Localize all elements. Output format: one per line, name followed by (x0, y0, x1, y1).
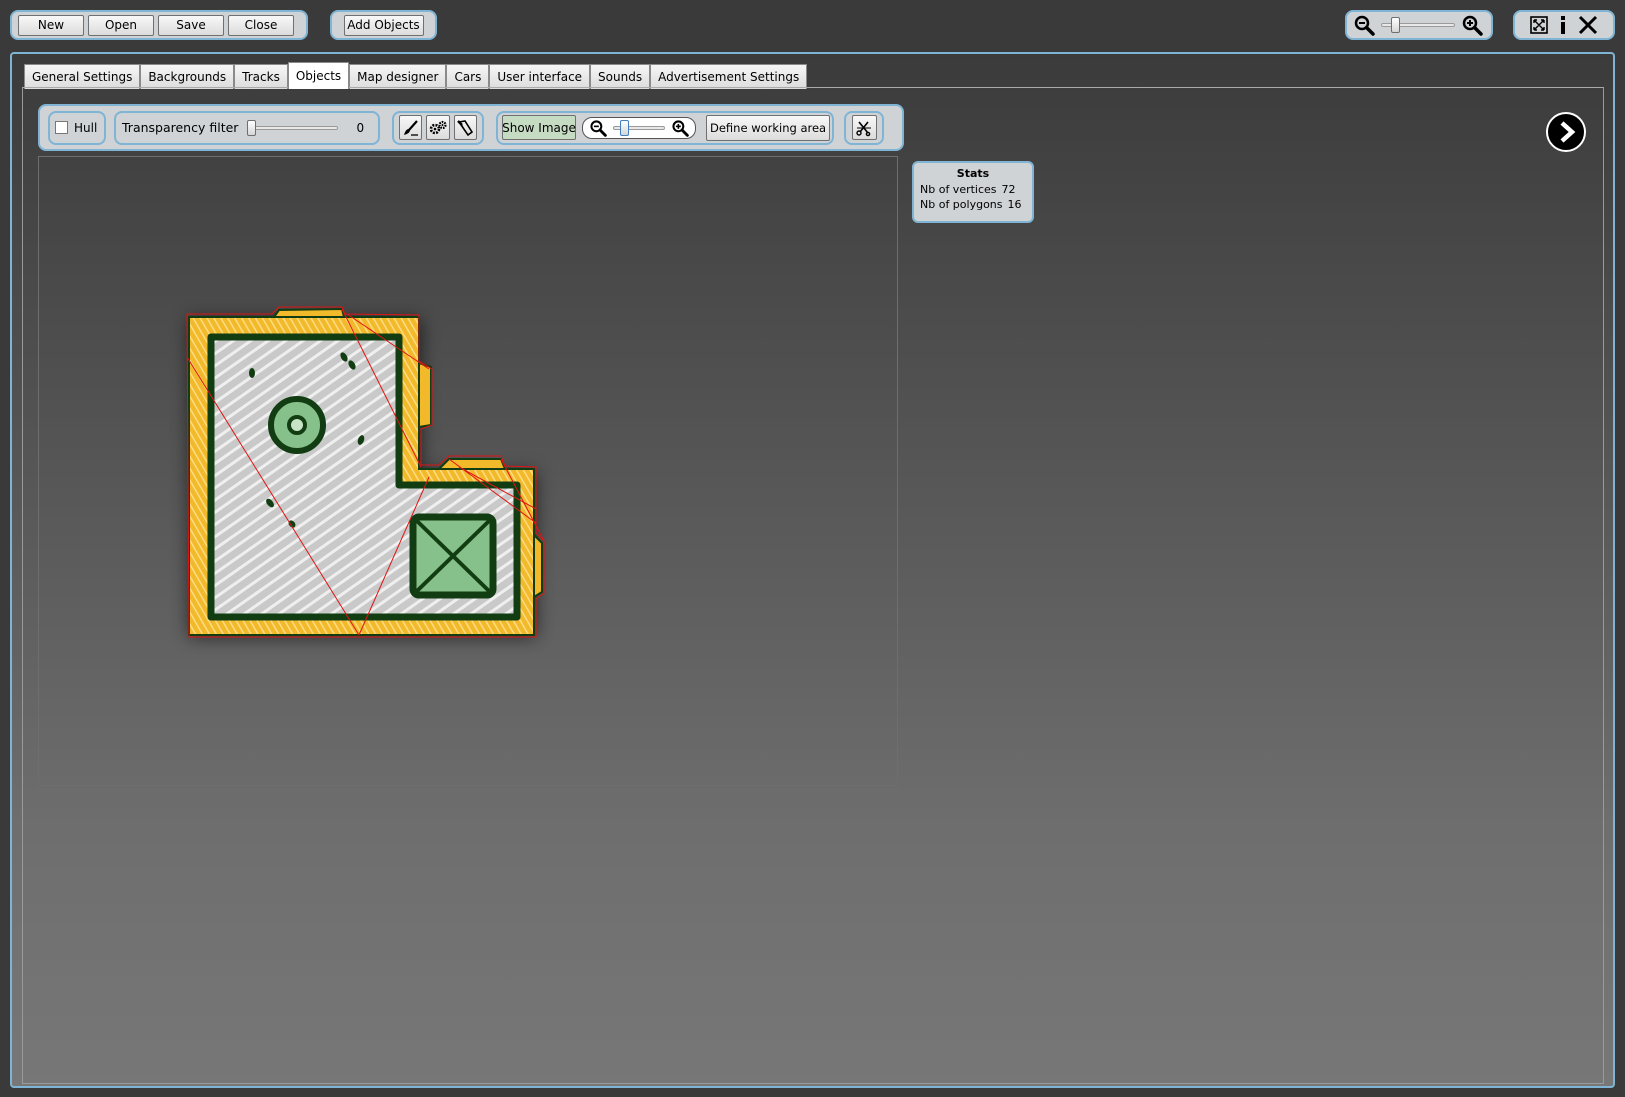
image-zoom-slider-thumb[interactable] (620, 119, 630, 136)
polygons-label: Nb of polygons (920, 198, 1003, 211)
tab-general-settings[interactable]: General Settings (24, 64, 141, 89)
object-toolbar: Hull Transparency filter 0 Show Image De… (38, 104, 904, 151)
transparency-value: 0 (356, 120, 365, 135)
window-controls (1513, 10, 1615, 40)
chevron-right-icon (1553, 119, 1579, 145)
stats-vertices-row: Nb of vertices 72 (920, 182, 1026, 197)
gears-button[interactable] (426, 115, 450, 140)
tab-user-interface[interactable]: User interface (489, 64, 591, 89)
tab-bar: General Settings Backgrounds Tracks Obje… (24, 62, 808, 89)
hull-group: Hull (48, 110, 106, 145)
object-preview (186, 306, 545, 638)
brush-tool-icon (402, 119, 420, 137)
tab-objects[interactable]: Objects (287, 62, 350, 89)
scissors-icon (855, 119, 873, 137)
hull-label: Hull (74, 120, 98, 135)
close-button[interactable]: Close (228, 14, 294, 36)
global-zoom-slider[interactable] (1381, 17, 1455, 33)
vertices-label: Nb of vertices (920, 183, 997, 196)
hull-checkbox[interactable] (55, 121, 68, 134)
cut-group (844, 110, 884, 145)
object-canvas[interactable] (38, 156, 898, 786)
new-button[interactable]: New (18, 14, 84, 36)
info-icon[interactable] (1553, 14, 1573, 36)
global-zoom-control (1345, 10, 1493, 40)
tab-map-designer[interactable]: Map designer (349, 64, 447, 89)
zoom-out-icon[interactable] (1353, 14, 1375, 36)
add-objects-toolbar: Add Objects (330, 10, 437, 40)
image-zoom-out-icon[interactable] (589, 119, 607, 137)
image-zoom-in-icon[interactable] (671, 119, 689, 137)
file-toolbar: New Open Save Close (10, 10, 308, 40)
eraser-button[interactable] (453, 115, 477, 140)
stats-panel: Stats Nb of vertices 72 Nb of polygons 1… (912, 161, 1034, 223)
drawing-tools-group (392, 110, 484, 145)
transparency-slider-thumb[interactable] (247, 119, 257, 136)
zoom-in-icon[interactable] (1461, 14, 1483, 36)
tab-tracks[interactable]: Tracks (234, 64, 288, 89)
image-view-group: Show Image Define working area (496, 110, 834, 145)
stats-title: Stats (956, 167, 990, 180)
close-icon[interactable] (1577, 14, 1599, 36)
global-zoom-slider-thumb[interactable] (1391, 17, 1401, 33)
transparency-group: Transparency filter 0 (114, 110, 380, 145)
cut-button[interactable] (851, 115, 877, 140)
open-button[interactable]: Open (88, 14, 154, 36)
transparency-label: Transparency filter (122, 120, 239, 135)
define-working-area-button[interactable]: Define working area (706, 114, 831, 141)
show-image-button[interactable]: Show Image (502, 115, 576, 140)
gears-icon (428, 119, 448, 137)
polygons-value: 16 (1007, 198, 1022, 211)
next-button[interactable] (1546, 112, 1586, 152)
tab-advertisement-settings[interactable]: Advertisement Settings (650, 64, 808, 89)
stats-polygons-row: Nb of polygons 16 (920, 197, 1026, 212)
brush-tool-button[interactable] (399, 115, 423, 140)
add-objects-button[interactable]: Add Objects (343, 14, 424, 36)
eraser-icon (456, 119, 474, 137)
image-zoom-slider[interactable] (613, 119, 665, 136)
image-zoom-control (582, 116, 696, 139)
tab-cars[interactable]: Cars (446, 64, 490, 89)
vertices-value: 72 (1001, 183, 1016, 196)
save-button[interactable]: Save (158, 14, 224, 36)
tab-backgrounds[interactable]: Backgrounds (140, 64, 235, 89)
tab-sounds[interactable]: Sounds (590, 64, 651, 89)
fullscreen-icon[interactable] (1529, 15, 1549, 35)
transparency-slider[interactable] (247, 119, 339, 136)
